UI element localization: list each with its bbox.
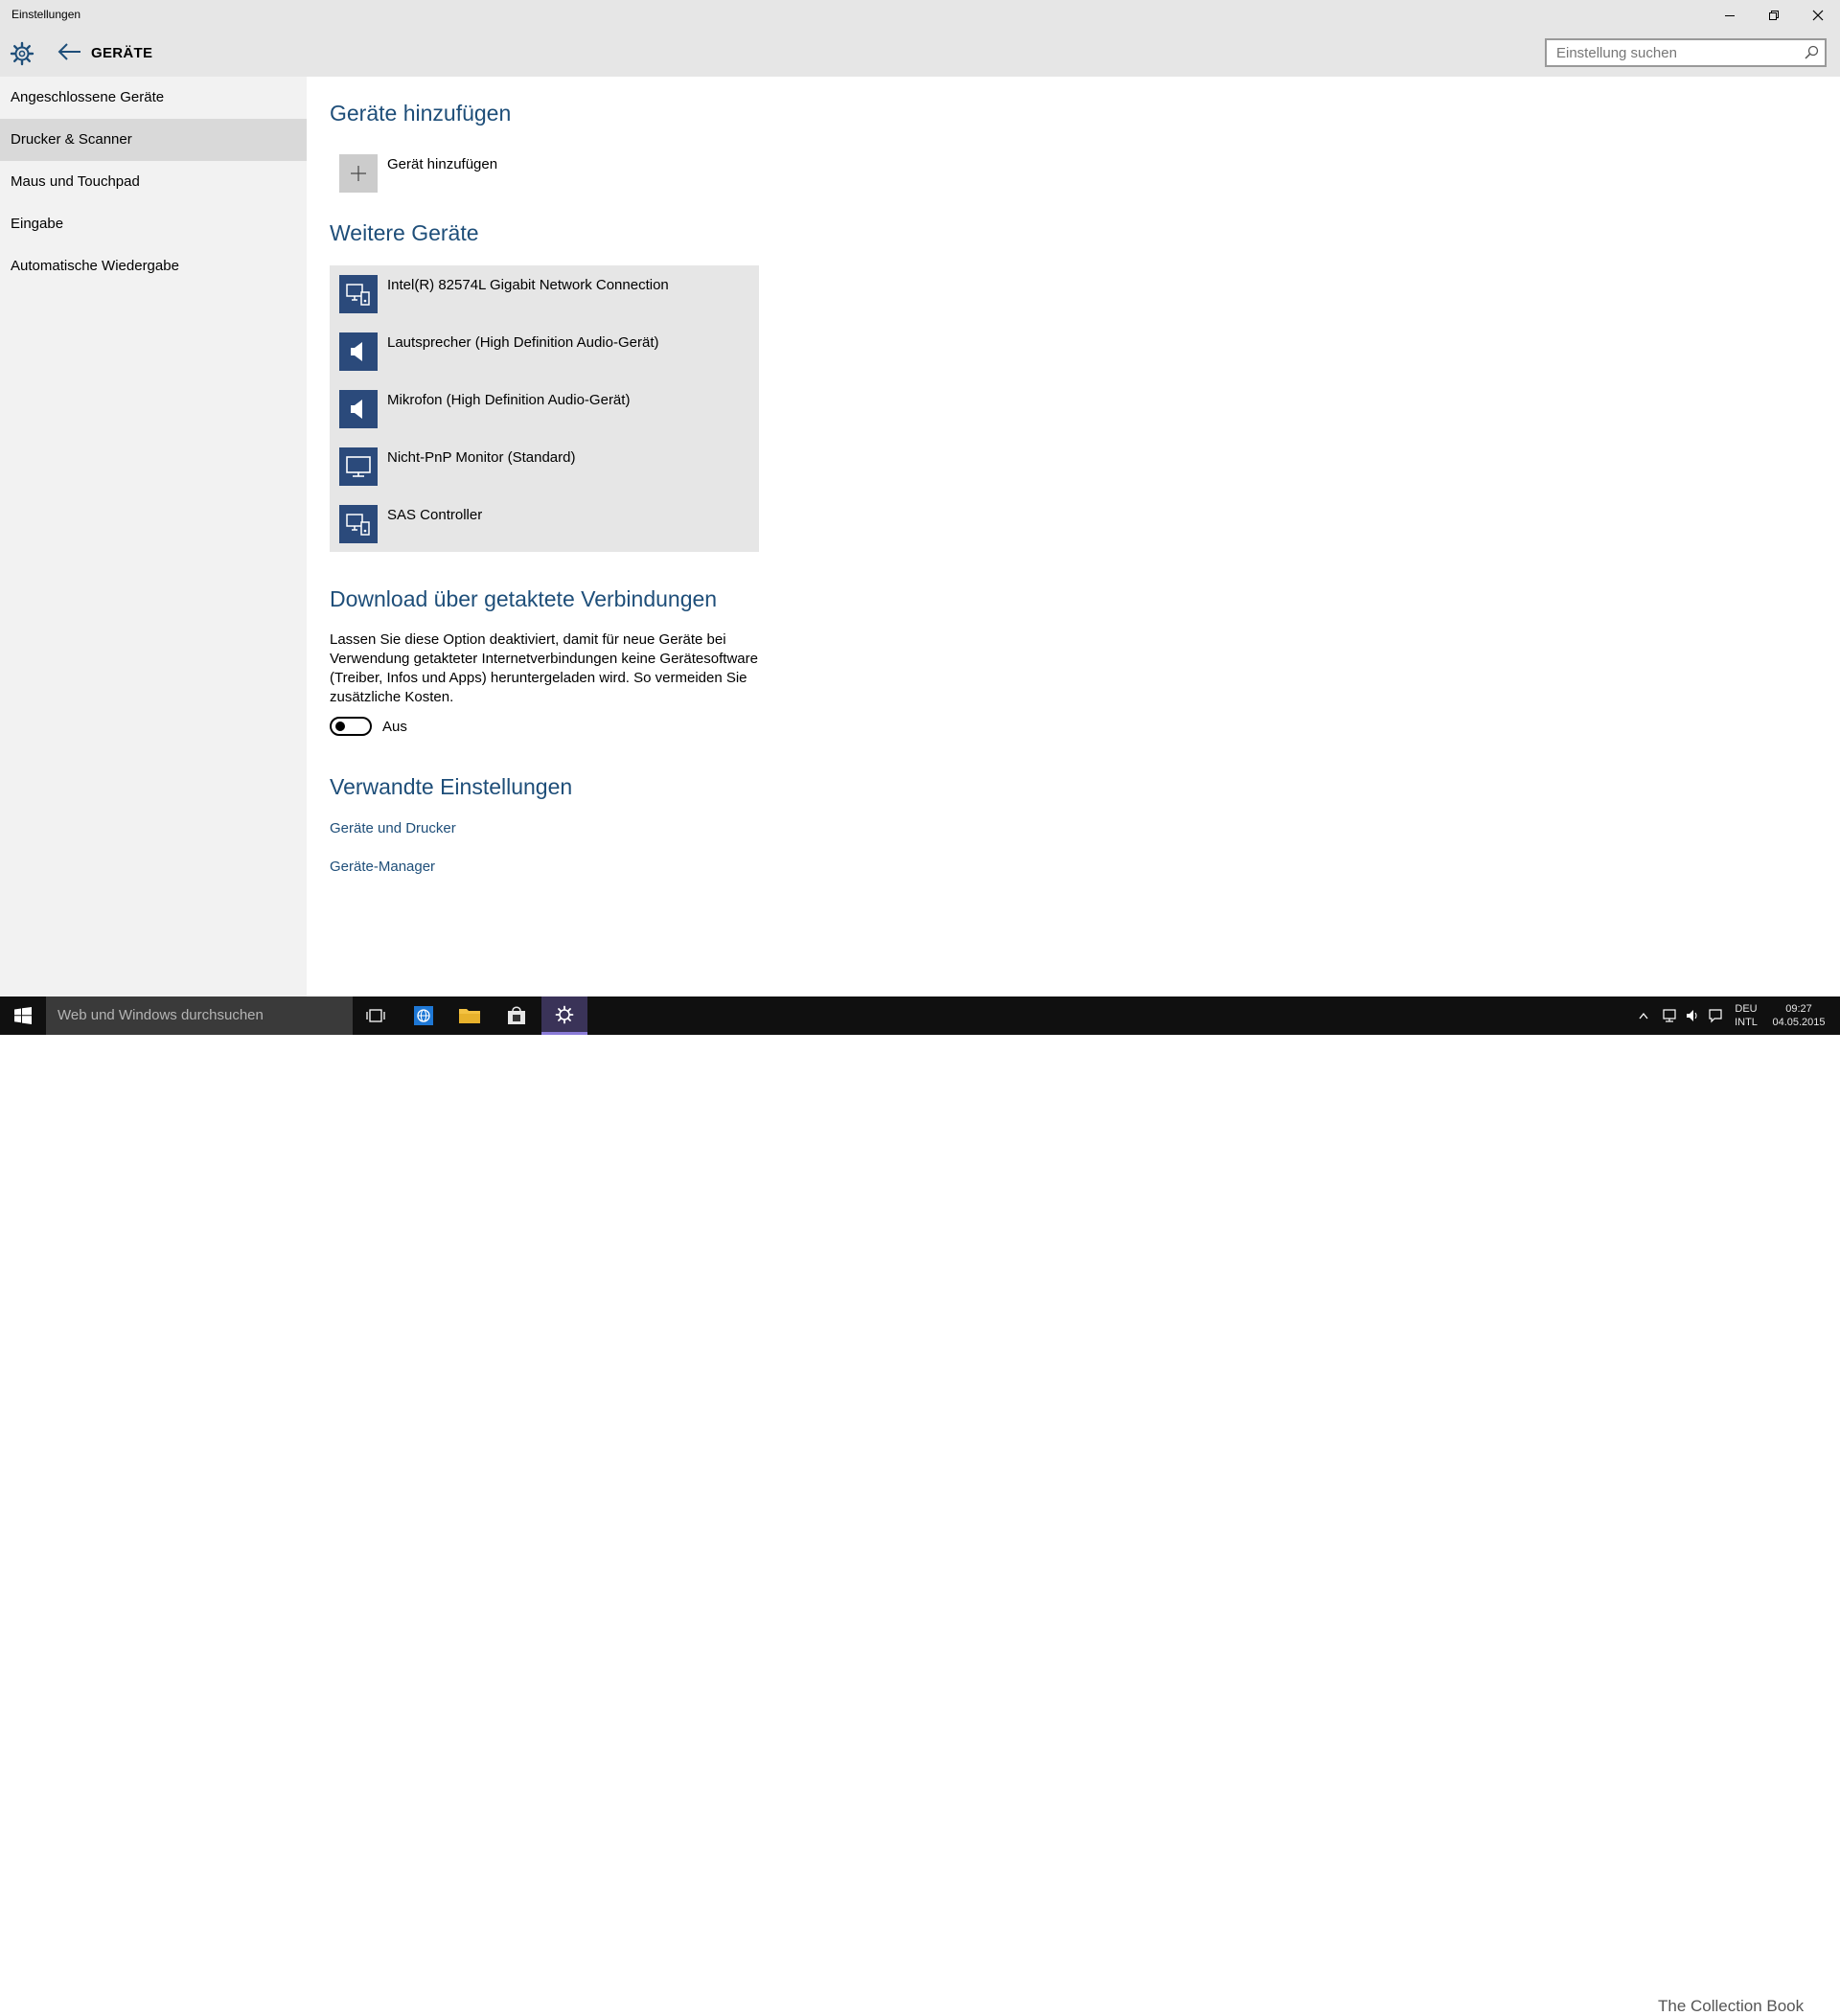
edge-browser-icon — [414, 1006, 433, 1025]
device-label: Intel(R) 82574L Gigabit Network Connecti… — [387, 277, 669, 293]
start-button[interactable] — [0, 997, 46, 1035]
task-view-icon — [366, 1009, 385, 1022]
file-explorer-button[interactable] — [447, 997, 493, 1035]
minimize-icon — [1725, 15, 1735, 16]
generic-device-icon — [339, 505, 378, 543]
close-button[interactable] — [1796, 0, 1840, 31]
list-item[interactable]: Intel(R) 82574L Gigabit Network Connecti… — [330, 265, 759, 323]
related-settings-heading: Verwandte Einstellungen — [330, 774, 573, 799]
window-title: Einstellungen — [12, 8, 81, 21]
settings-button[interactable] — [541, 997, 587, 1035]
input-language[interactable]: DEU INTL — [1729, 1002, 1763, 1029]
metered-heading: Download über getaktete Verbindungen — [330, 586, 718, 611]
search-icon[interactable] — [1804, 45, 1819, 60]
chevron-up-icon — [1639, 1012, 1648, 1019]
restore-button[interactable] — [1752, 0, 1796, 31]
watermark-text: The Collection Book — [1658, 1997, 1805, 2015]
search-box[interactable] — [1545, 38, 1827, 67]
list-item[interactable]: Lautsprecher (High Definition Audio-Gerä… — [330, 323, 759, 380]
taskbar-search-placeholder: Web und Windows durchsuchen — [58, 1007, 264, 1023]
metered-download-toggle[interactable] — [330, 717, 372, 736]
title-bar: Einstellungen GERÄTE Einstellung suchen — [0, 0, 1840, 77]
taskbar-search[interactable]: Web und Windows durchsuchen — [46, 997, 353, 1035]
device-label: Nicht-PnP Monitor (Standard) — [387, 449, 576, 466]
device-label: SAS Controller — [387, 507, 483, 523]
device-list: Intel(R) 82574L Gigabit Network Connecti… — [330, 265, 759, 552]
task-view-button[interactable] — [353, 997, 399, 1035]
add-devices-heading: Geräte hinzufügen — [330, 101, 512, 126]
gear-icon — [10, 41, 36, 68]
list-item[interactable]: Mikrofon (High Definition Audio-Gerät) — [330, 380, 759, 438]
device-label: Lautsprecher (High Definition Audio-Gerä… — [387, 334, 659, 351]
store-icon — [508, 1006, 525, 1024]
add-device-label[interactable]: Gerät hinzufügen — [387, 156, 497, 172]
clock-time: 09:27 — [1785, 1003, 1812, 1015]
network-icon — [1663, 1009, 1676, 1022]
keyboard-layout-label: INTL — [1735, 1017, 1758, 1028]
minimize-button[interactable] — [1708, 0, 1752, 31]
sidebar-item-typing[interactable]: Eingabe — [0, 203, 307, 245]
sidebar: Angeschlossene Geräte Drucker & Scanner … — [0, 77, 307, 997]
clock[interactable]: 09:27 04.05.2015 — [1765, 1002, 1832, 1029]
search-input[interactable] — [1547, 40, 1796, 65]
clock-date: 04.05.2015 — [1772, 1017, 1826, 1028]
taskbar: Web und Windows durchsuchen The Collecti… — [0, 997, 1840, 2015]
device-label: Mikrofon (High Definition Audio-Gerät) — [387, 392, 631, 408]
list-item[interactable]: SAS Controller — [330, 495, 759, 553]
tray-chevron-button[interactable] — [1629, 997, 1658, 1035]
speaker-icon — [339, 332, 378, 371]
volume-icon — [1687, 1010, 1697, 1021]
device-manager-link[interactable]: Geräte-Manager — [330, 859, 435, 875]
close-icon — [1812, 10, 1824, 21]
other-devices-heading: Weitere Geräte — [330, 220, 479, 245]
page-title: GERÄTE — [91, 45, 153, 61]
toggle-state-label: Aus — [382, 719, 407, 735]
speaker-icon — [339, 390, 378, 428]
metered-description: Lassen Sie diese Option deaktiviert, dam… — [330, 631, 758, 705]
sidebar-item-printers-scanners[interactable]: Drucker & Scanner — [0, 119, 307, 161]
store-button[interactable] — [494, 997, 540, 1035]
devices-printers-link[interactable]: Geräte und Drucker — [330, 820, 456, 836]
start-icon — [14, 1007, 32, 1024]
settings-icon — [555, 1005, 574, 1023]
back-button[interactable] — [56, 41, 82, 68]
list-item[interactable]: Nicht-PnP Monitor (Standard) — [330, 438, 759, 495]
add-device-tile[interactable] — [339, 154, 378, 193]
generic-device-icon — [339, 275, 378, 313]
monitor-icon — [339, 447, 378, 486]
browser-button[interactable] — [401, 997, 447, 1035]
language-label: DEU — [1735, 1003, 1758, 1015]
plus-icon — [351, 166, 366, 181]
notification-icon — [1709, 1009, 1722, 1023]
restore-icon — [1769, 11, 1779, 20]
sidebar-item-connected-devices[interactable]: Angeschlossene Geräte — [0, 77, 307, 119]
sidebar-item-mouse-touchpad[interactable]: Maus und Touchpad — [0, 161, 307, 203]
file-explorer-icon — [459, 1009, 480, 1023]
sidebar-item-autoplay[interactable]: Automatische Wiedergabe — [0, 245, 307, 287]
tray-notifications-button[interactable] — [1702, 997, 1729, 1035]
toggle-knob — [335, 722, 345, 731]
back-arrow-icon — [58, 43, 80, 60]
